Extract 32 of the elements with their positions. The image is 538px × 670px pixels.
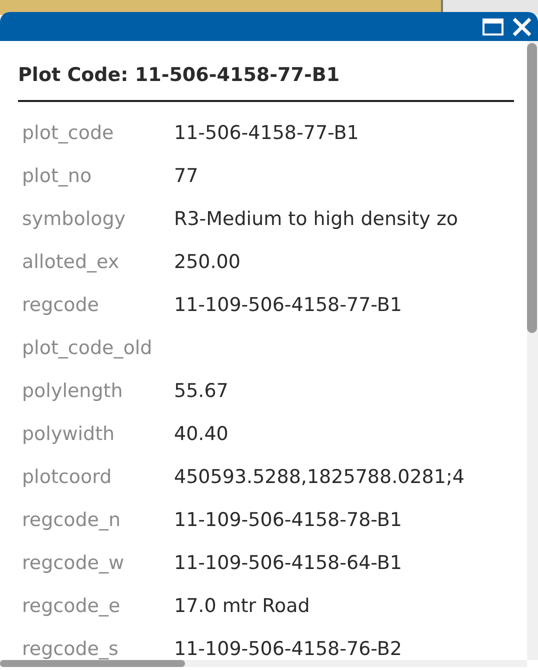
field-label: symbology	[21, 206, 127, 232]
field-value: 450593.5288,1825788.0281;4	[174, 464, 464, 490]
field-value: 11-109-506-4158-77-B1	[174, 292, 402, 318]
field-label: regcode_n	[21, 508, 122, 533]
close-icon[interactable]	[512, 16, 532, 36]
field-value: 11-109-506-4158-78-B1	[174, 508, 402, 533]
field-label: alloted_ex	[21, 250, 120, 275]
field-label: plot_code_old	[21, 336, 154, 361]
horizontal-scrollbar[interactable]	[0, 660, 527, 667]
vertical-scrollbar[interactable]	[527, 41, 538, 660]
field-value: 77	[174, 164, 198, 189]
field-value: 55.67	[174, 378, 228, 404]
field-value: 11-109-506-4158-76-B2	[174, 636, 402, 660]
field-label: regcode_w	[21, 550, 126, 576]
field-value: 11-506-4158-77-B1	[174, 120, 359, 146]
maximize-icon[interactable]	[482, 18, 504, 36]
field-value: R3-Medium to high density zo	[174, 206, 458, 232]
field-label: polylength	[21, 378, 124, 404]
field-value: 40.40	[174, 422, 228, 447]
field-label: regcode	[21, 292, 100, 318]
field-value: 17.0 mtr Road	[174, 594, 310, 619]
field-label: plot_code	[21, 120, 115, 146]
field-label: regcode_s	[21, 636, 120, 660]
popup-title: Plot Code: 11-506-4158-77-B1	[18, 61, 514, 102]
field-label: plotcoord	[21, 464, 113, 490]
field-label: regcode_e	[21, 594, 122, 619]
field-value: 250.00	[174, 250, 240, 275]
scrollbar-thumb[interactable]	[527, 43, 537, 333]
field-label: plot_no	[21, 164, 93, 189]
scrollbar-thumb[interactable]	[0, 660, 185, 667]
field-label: polywidth	[21, 422, 116, 447]
field-value: 11-109-506-4158-64-B1	[174, 550, 402, 576]
